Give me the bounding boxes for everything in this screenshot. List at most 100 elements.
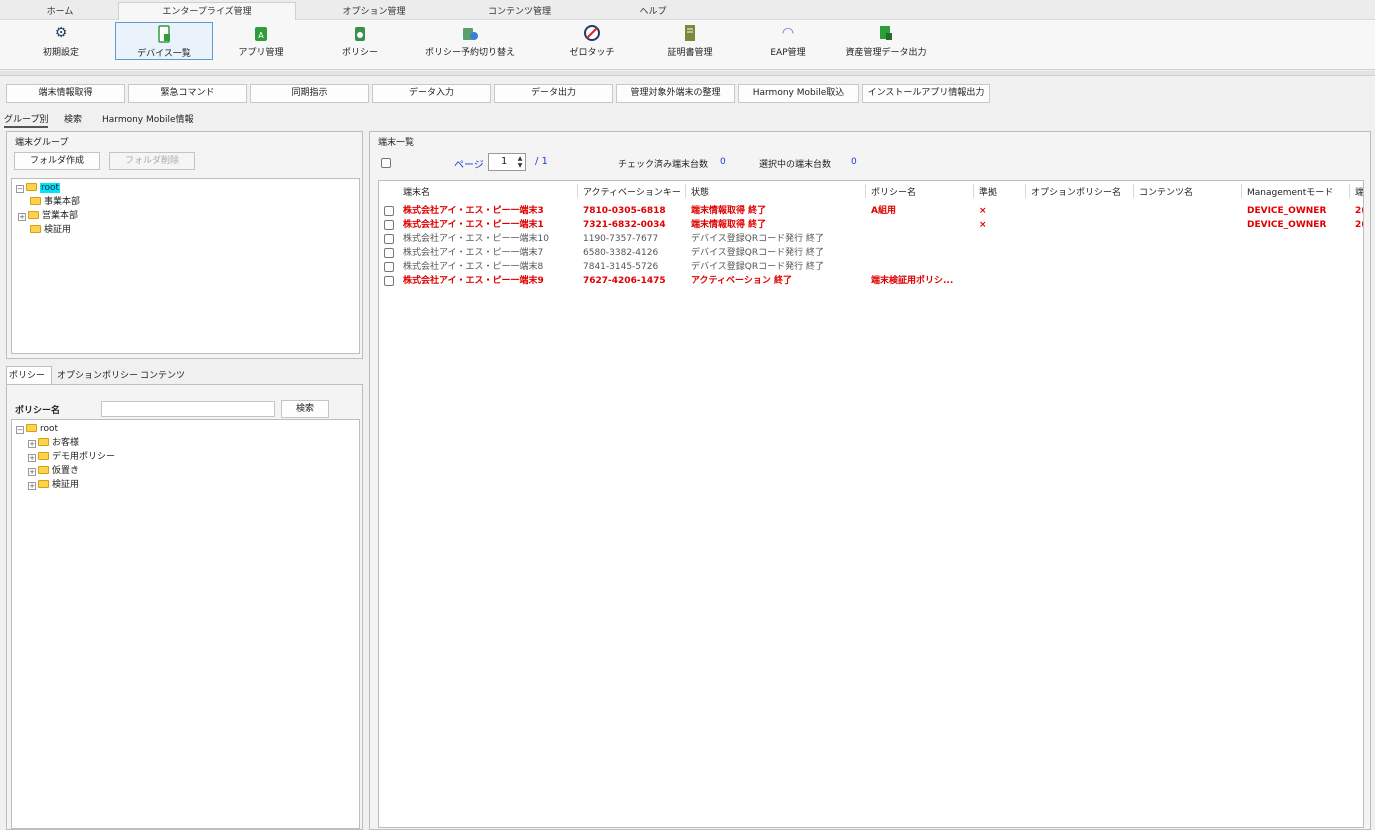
page-stepper[interactable]: 1 ▲ ▼ xyxy=(488,153,526,171)
device-list-icon xyxy=(155,25,173,43)
policy-search-button[interactable]: 検索 xyxy=(281,400,329,418)
expand-icon[interactable]: + xyxy=(28,482,36,490)
wifi-icon: ◠ xyxy=(781,25,795,41)
delete-folder-button[interactable]: フォルダ削除 xyxy=(109,152,195,170)
initial-settings-button[interactable]: ⚙ 初期設定 xyxy=(30,22,92,60)
tree-node-demo-policy[interactable]: + デモ用ポリシー xyxy=(28,450,115,464)
export-icon xyxy=(877,24,895,42)
row-checkbox[interactable] xyxy=(384,206,394,216)
policy-search-input[interactable] xyxy=(101,401,275,417)
expand-icon[interactable]: + xyxy=(18,213,26,221)
checked-count-label: チェック済み端末台数 xyxy=(618,160,709,170)
sync-instruction-button[interactable]: 同期指示 xyxy=(250,84,369,103)
tab-by-group[interactable]: グループ別 xyxy=(4,112,49,128)
command-button-row: 端末情報取得 緊急コマンド 同期指示 データ入力 データ出力 管理対象外端末の整… xyxy=(0,78,1000,108)
toolbar-separator xyxy=(0,71,1375,76)
tab-help[interactable]: ヘルプ xyxy=(598,2,708,20)
folder-icon xyxy=(38,452,49,460)
column-header-option-policy[interactable]: オプションポリシー名 xyxy=(1031,185,1121,198)
cleanup-unmanaged-button[interactable]: 管理対象外端末の整理 xyxy=(616,84,735,103)
row-checkbox[interactable] xyxy=(384,220,394,230)
column-header-compliance[interactable]: 準拠 xyxy=(979,185,997,198)
cell-management-mode: DEVICE_OWNER xyxy=(1247,206,1327,216)
cell-policy xyxy=(871,218,971,232)
table-row[interactable]: 株式会社アイ・エス・ピー一端末1 7321-6832-0034 端末情報取得 終… xyxy=(379,218,1363,232)
column-header-extra[interactable]: 端 xyxy=(1355,185,1363,198)
cell-compliance: × xyxy=(979,220,987,230)
expand-icon[interactable]: + xyxy=(28,454,36,462)
tab-search[interactable]: 検索 xyxy=(64,112,82,128)
asset-data-export-button[interactable]: 資産管理データ出力 xyxy=(838,22,934,60)
selected-count-value: 0 xyxy=(851,157,857,167)
svg-text:A: A xyxy=(258,31,264,40)
installed-app-export-button[interactable]: インストールアプリ情報出力 xyxy=(862,84,990,103)
folder-icon xyxy=(38,438,49,446)
cell-status: デバイス登録QRコード発行 終了 xyxy=(691,234,824,244)
cell-device-name: 株式会社アイ・エス・ピー一端末1 xyxy=(403,220,544,230)
certificate-management-button[interactable]: 証明書管理 xyxy=(655,22,725,60)
expand-icon[interactable]: + xyxy=(28,440,36,448)
row-checkbox[interactable] xyxy=(384,276,394,286)
column-header-management-mode[interactable]: Managementモード xyxy=(1247,185,1333,198)
device-list-button[interactable]: デバイス一覧 xyxy=(115,22,213,60)
tree-node-business-division[interactable]: 事業本部 xyxy=(28,195,80,209)
policy-schedule-button[interactable]: ポリシー予約切り替え xyxy=(415,22,525,60)
tree-node-root[interactable]: − root xyxy=(16,181,61,195)
tab-home[interactable]: ホーム xyxy=(20,2,100,20)
tree-node-policy-verification[interactable]: + 検証用 xyxy=(28,478,79,492)
device-group-panel: 端末グループ フォルダ作成 フォルダ削除 − root 事業本部 + 営業本部 検証… xyxy=(6,131,363,359)
tree-node-temporary[interactable]: + 仮置き xyxy=(28,464,79,478)
collapse-icon[interactable]: − xyxy=(16,185,24,193)
app-icon: A xyxy=(252,24,270,42)
fetch-device-info-button[interactable]: 端末情報取得 xyxy=(6,84,125,103)
selected-count-label: 選択中の端末台数 xyxy=(759,160,832,170)
table-row[interactable]: 株式会社アイ・エス・ピー一端末8 7841-3145-5726 デバイス登録QR… xyxy=(379,260,1363,274)
device-group-title: 端末グループ xyxy=(15,138,69,148)
cell-extra: 2( xyxy=(1355,206,1363,216)
data-input-button[interactable]: データ入力 xyxy=(372,84,491,103)
tab-content[interactable]: コンテンツ xyxy=(137,366,185,384)
table-row[interactable]: 株式会社アイ・エス・ピー一端末3 7810-0305-6818 端末情報取得 終… xyxy=(379,204,1363,218)
cell-device-name: 株式会社アイ・エス・ピー一端末9 xyxy=(403,276,544,286)
select-all-checkbox[interactable] xyxy=(381,158,391,168)
table-row[interactable]: 株式会社アイ・エス・ピー一端末9 7627-4206-1475 アクティベーショ… xyxy=(379,274,1363,288)
folder-icon xyxy=(26,183,37,191)
tab-contents[interactable]: コンテンツ管理 xyxy=(447,2,592,20)
policy-tree: − root + お客様 + デモ用ポリシー + 仮置き + 検証用 xyxy=(11,419,360,829)
harmony-mobile-import-button[interactable]: Harmony Mobile取込 xyxy=(738,84,859,103)
stepper-arrows-icon[interactable]: ▲ ▼ xyxy=(516,155,524,169)
create-folder-button[interactable]: フォルダ作成 xyxy=(14,152,100,170)
column-header-device-name[interactable]: 端末名 xyxy=(403,185,430,198)
column-header-content[interactable]: コンテンツ名 xyxy=(1139,185,1193,198)
row-checkbox[interactable] xyxy=(384,234,394,244)
expand-icon[interactable]: + xyxy=(28,468,36,476)
tree-node-customers[interactable]: + お客様 xyxy=(28,436,79,450)
table-row[interactable]: 株式会社アイ・エス・ピー一端末7 6580-3382-4126 デバイス登録QR… xyxy=(379,246,1363,260)
tab-enterprise[interactable]: エンタープライズ管理 xyxy=(118,2,296,20)
tree-node-policy-root[interactable]: − root xyxy=(16,422,58,436)
tab-policy[interactable]: ポリシー xyxy=(6,366,52,384)
tree-node-verification[interactable]: 検証用 xyxy=(28,223,71,237)
emergency-command-button[interactable]: 緊急コマンド xyxy=(128,84,247,103)
column-header-activation-key[interactable]: アクティベーションキー xyxy=(583,185,681,198)
policy-panel: ポリシー名 検索 − root + お客様 + デモ用ポリシー + 仮置き + 検証用 xyxy=(6,384,363,830)
table-row[interactable]: 株式会社アイ・エス・ピー一端末10 1190-7357-7677 デバイス登録Q… xyxy=(379,232,1363,246)
column-header-status[interactable]: 状態 xyxy=(691,185,709,198)
tree-node-sales-division[interactable]: + 営業本部 xyxy=(18,209,78,223)
cell-device-name: 株式会社アイ・エス・ピー一端末10 xyxy=(403,234,550,244)
row-checkbox[interactable] xyxy=(384,248,394,258)
folder-icon xyxy=(30,225,41,233)
app-management-button[interactable]: A アプリ管理 xyxy=(230,22,292,60)
row-checkbox[interactable] xyxy=(384,262,394,272)
policy-button[interactable]: ポリシー xyxy=(330,22,390,60)
column-header-policy[interactable]: ポリシー名 xyxy=(871,185,916,198)
data-output-button[interactable]: データ出力 xyxy=(494,84,613,103)
cell-compliance: × xyxy=(979,206,987,216)
zero-touch-button[interactable]: ゼロタッチ xyxy=(560,22,624,60)
tab-options[interactable]: オプション管理 xyxy=(305,2,443,20)
tab-harmony-mobile[interactable]: Harmony Mobile情報 xyxy=(102,112,194,128)
collapse-icon[interactable]: − xyxy=(16,426,24,434)
tab-option-policy[interactable]: オプションポリシー xyxy=(54,366,138,384)
eap-management-button[interactable]: ◠ EAP管理 xyxy=(758,22,818,60)
folder-icon xyxy=(28,211,39,219)
